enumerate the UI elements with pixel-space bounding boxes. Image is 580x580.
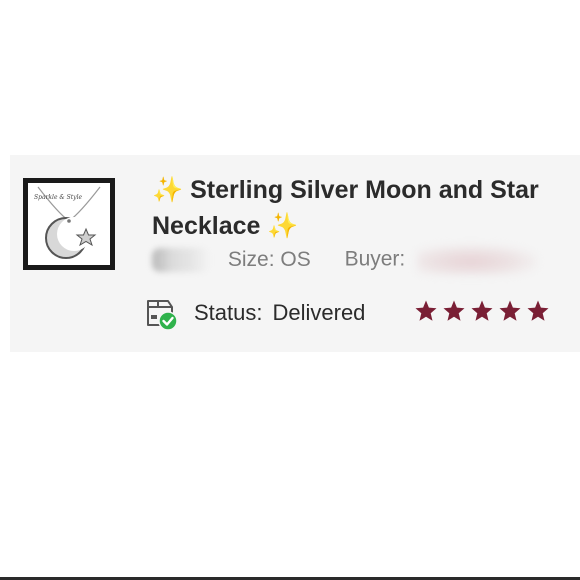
status-text: Status: Delivered [194, 300, 365, 326]
star-rating [414, 299, 550, 327]
star-icon [526, 299, 550, 327]
order-card[interactable]: Sparkle & Style ✨ Sterling Silver Moon a… [10, 155, 580, 352]
size-label: Size: OS [227, 247, 311, 271]
star-icon [470, 299, 494, 327]
listing-meta: Size: OS Buyer: [152, 245, 538, 275]
price-redacted [152, 248, 210, 272]
buyer-redacted [417, 245, 538, 275]
star-icon [498, 299, 522, 327]
title-line-1: Sterling Silver Moon and Star [190, 176, 539, 204]
status-label: Status: [194, 300, 263, 325]
product-thumbnail[interactable]: Sparkle & Style [23, 178, 115, 270]
buyer-label: Buyer: [344, 247, 406, 271]
necklace-image: Sparkle & Style [28, 183, 110, 265]
listing-title[interactable]: ✨ Sterling Silver Moon and Star Necklace… [152, 172, 572, 244]
order-status: Status: Delivered [144, 295, 365, 331]
sparkle-icon: ✨ [267, 212, 299, 240]
page: Sparkle & Style ✨ Sterling Silver Moon a… [0, 0, 580, 580]
title-line-2: Necklace [152, 212, 261, 240]
star-icon [414, 299, 438, 327]
svg-text:Sparkle & Style: Sparkle & Style [34, 194, 82, 201]
status-value: Delivered [272, 300, 366, 325]
star-icon [442, 299, 466, 327]
sparkle-icon: ✨ [152, 176, 184, 204]
delivered-box-icon [144, 295, 178, 331]
